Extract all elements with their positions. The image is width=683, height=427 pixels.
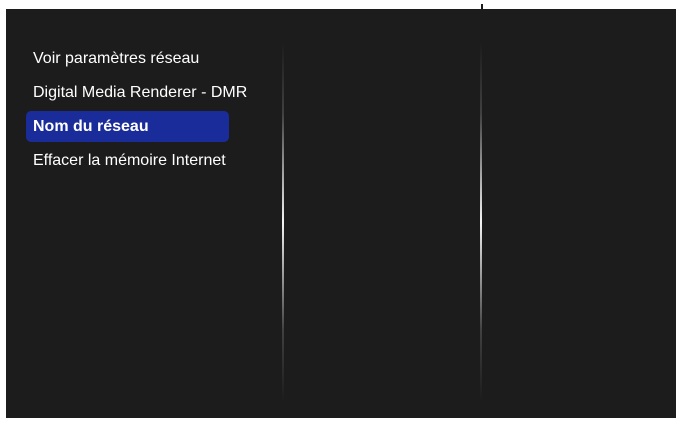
menu-item-network-name[interactable]: Nom du réseau <box>26 111 229 142</box>
network-menu: Voir paramètres réseau Digital Media Ren… <box>26 42 286 178</box>
menu-item-clear-internet-memory[interactable]: Effacer la mémoire Internet <box>26 144 276 178</box>
menu-item-digital-media-renderer[interactable]: Digital Media Renderer - DMR <box>26 76 276 110</box>
network-settings-screen: Voir paramètres réseau Digital Media Ren… <box>6 9 676 418</box>
column-divider-left <box>282 42 284 402</box>
menu-item-view-network-settings[interactable]: Voir paramètres réseau <box>26 42 276 76</box>
column-divider-right <box>480 42 482 402</box>
